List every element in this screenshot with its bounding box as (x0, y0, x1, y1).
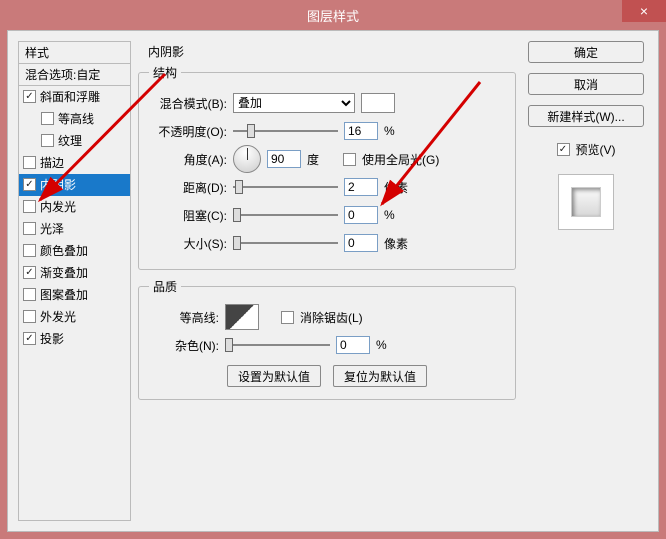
noise-input[interactable] (336, 336, 370, 354)
quality-fieldset: 品质 等高线: 消除锯齿(L) 杂色(N): % 设置为默认值 复位为默认值 (138, 278, 516, 400)
style-checkbox[interactable] (23, 266, 36, 279)
style-checkbox[interactable] (23, 222, 36, 235)
structure-fieldset: 结构 混合模式(B): 叠加 不透明度(O): % 角度(A): 度 使用全局光… (138, 64, 516, 270)
style-label: 内阴影 (40, 176, 76, 193)
close-button[interactable]: × (622, 0, 666, 22)
preview-box (558, 174, 614, 230)
dialog-body: 样式 混合选项:自定 斜面和浮雕等高线纹理描边内阴影内发光光泽颜色叠加渐变叠加图… (7, 30, 659, 532)
style-label: 斜面和浮雕 (40, 88, 100, 105)
style-item-11[interactable]: 投影 (19, 328, 130, 350)
distance-input[interactable] (344, 178, 378, 196)
preview-thumbnail (571, 187, 601, 217)
preview-checkbox[interactable] (557, 143, 570, 156)
style-item-1[interactable]: 等高线 (19, 108, 130, 130)
blend-options-item[interactable]: 混合选项:自定 (19, 64, 130, 86)
noise-label: 杂色(N): (149, 337, 219, 354)
ok-button[interactable]: 确定 (528, 41, 644, 63)
style-label: 描边 (40, 154, 64, 171)
choke-input[interactable] (344, 206, 378, 224)
noise-unit: % (376, 338, 406, 352)
style-item-3[interactable]: 描边 (19, 152, 130, 174)
style-checkbox[interactable] (23, 244, 36, 257)
angle-input[interactable] (267, 150, 301, 168)
style-checkbox[interactable] (23, 288, 36, 301)
style-item-9[interactable]: 图案叠加 (19, 284, 130, 306)
styles-panel: 样式 混合选项:自定 斜面和浮雕等高线纹理描边内阴影内发光光泽颜色叠加渐变叠加图… (18, 41, 131, 521)
angle-dial[interactable] (233, 145, 261, 173)
style-label: 渐变叠加 (40, 264, 88, 281)
size-slider[interactable] (233, 236, 338, 250)
contour-label: 等高线: (149, 309, 219, 326)
style-label: 图案叠加 (40, 286, 88, 303)
style-item-6[interactable]: 光泽 (19, 218, 130, 240)
style-checkbox[interactable] (23, 332, 36, 345)
choke-unit: % (384, 208, 414, 222)
style-checkbox[interactable] (23, 156, 36, 169)
angle-unit: 度 (307, 151, 337, 168)
distance-unit: 像素 (384, 179, 414, 196)
quality-legend: 品质 (149, 278, 181, 295)
structure-legend: 结构 (149, 64, 181, 81)
style-checkbox[interactable] (23, 200, 36, 213)
settings-panel: 内阴影 结构 混合模式(B): 叠加 不透明度(O): % 角度(A): 度 使 (138, 41, 516, 408)
new-style-button[interactable]: 新建样式(W)... (528, 105, 644, 127)
global-light-label: 使用全局光(G) (362, 151, 439, 168)
titlebar: 图层样式 × (0, 0, 666, 30)
set-default-button[interactable]: 设置为默认值 (227, 365, 321, 387)
style-item-4[interactable]: 内阴影 (19, 174, 130, 196)
style-label: 投影 (40, 330, 64, 347)
preview-label: 预览(V) (576, 141, 616, 158)
style-label: 外发光 (40, 308, 76, 325)
style-item-5[interactable]: 内发光 (19, 196, 130, 218)
style-item-8[interactable]: 渐变叠加 (19, 262, 130, 284)
color-swatch[interactable] (361, 93, 395, 113)
choke-label: 阻塞(C): (149, 207, 227, 224)
style-item-7[interactable]: 颜色叠加 (19, 240, 130, 262)
style-item-2[interactable]: 纹理 (19, 130, 130, 152)
right-column: 确定 取消 新建样式(W)... 预览(V) (528, 41, 644, 230)
blendmode-select[interactable]: 叠加 (233, 93, 355, 113)
style-item-0[interactable]: 斜面和浮雕 (19, 86, 130, 108)
angle-label: 角度(A): (149, 151, 227, 168)
distance-slider[interactable] (233, 180, 338, 194)
antialias-label: 消除锯齿(L) (300, 309, 363, 326)
blendmode-label: 混合模式(B): (149, 95, 227, 112)
global-light-checkbox[interactable] (343, 153, 356, 166)
style-label: 等高线 (58, 110, 94, 127)
style-checkbox[interactable] (23, 310, 36, 323)
style-checkbox[interactable] (41, 112, 54, 125)
style-checkbox[interactable] (23, 90, 36, 103)
opacity-unit: % (384, 124, 414, 138)
style-label: 内发光 (40, 198, 76, 215)
style-label: 颜色叠加 (40, 242, 88, 259)
antialias-checkbox[interactable] (281, 311, 294, 324)
distance-label: 距离(D): (149, 179, 227, 196)
opacity-input[interactable] (344, 122, 378, 140)
window-title: 图层样式 (307, 6, 359, 25)
reset-default-button[interactable]: 复位为默认值 (333, 365, 427, 387)
size-unit: 像素 (384, 235, 414, 252)
opacity-label: 不透明度(O): (149, 123, 227, 140)
size-label: 大小(S): (149, 235, 227, 252)
styles-header: 样式 (19, 42, 130, 64)
opacity-slider[interactable] (233, 124, 338, 138)
noise-slider[interactable] (225, 338, 330, 352)
style-label: 纹理 (58, 132, 82, 149)
size-input[interactable] (344, 234, 378, 252)
choke-slider[interactable] (233, 208, 338, 222)
panel-title: 内阴影 (148, 43, 516, 60)
style-checkbox[interactable] (23, 178, 36, 191)
style-item-10[interactable]: 外发光 (19, 306, 130, 328)
contour-picker[interactable] (225, 304, 259, 330)
cancel-button[interactable]: 取消 (528, 73, 644, 95)
style-checkbox[interactable] (41, 134, 54, 147)
style-label: 光泽 (40, 220, 64, 237)
